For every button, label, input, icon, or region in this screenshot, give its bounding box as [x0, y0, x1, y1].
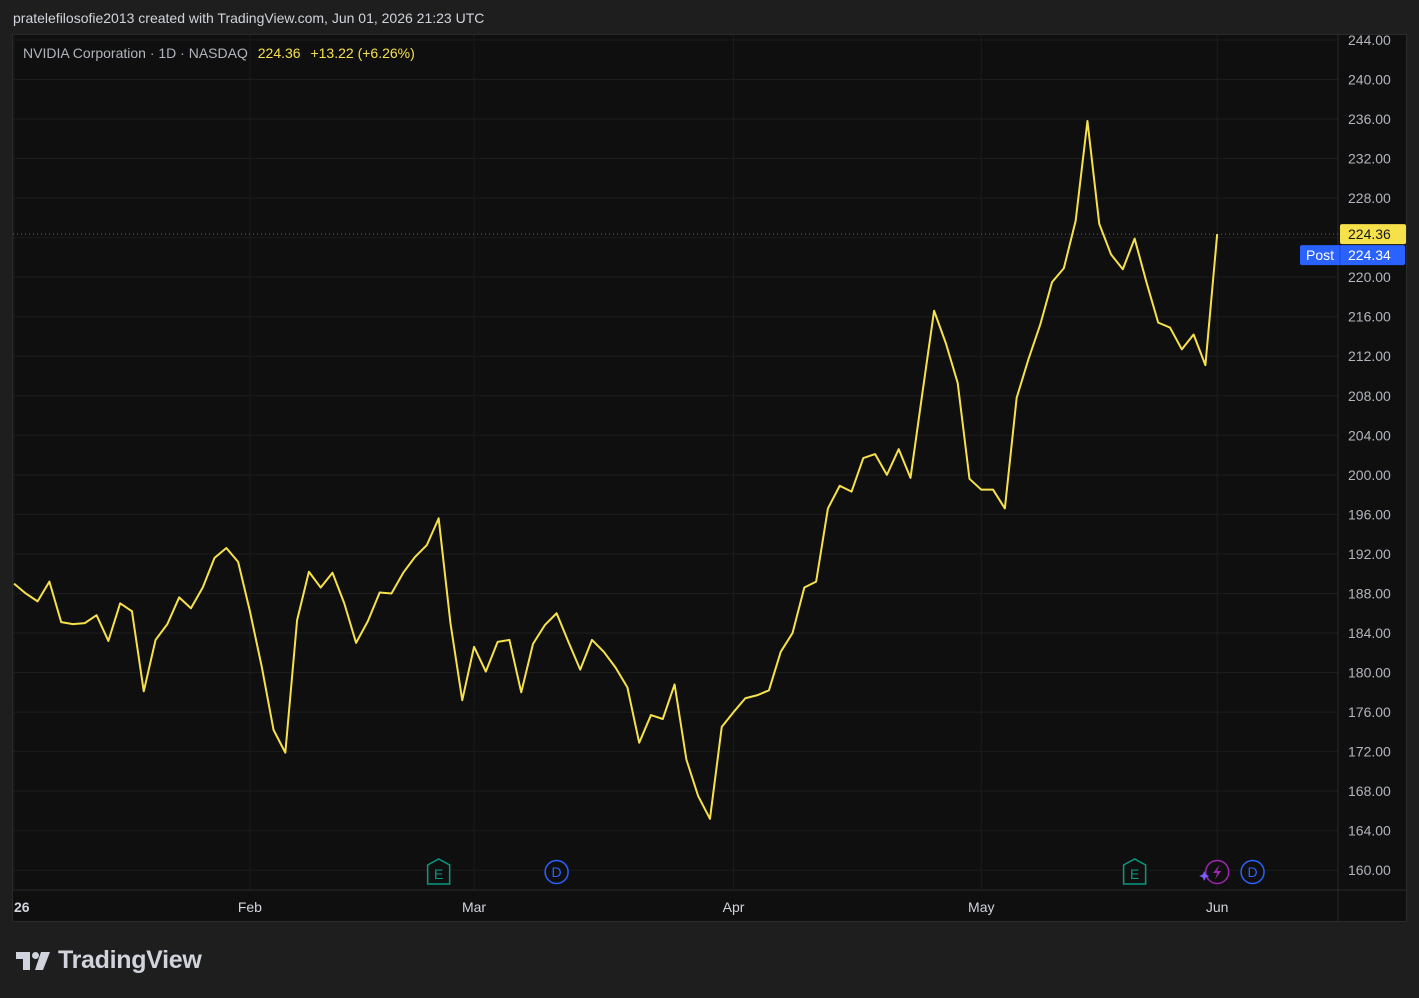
y-tick-label: 204.00 — [1348, 427, 1391, 443]
y-tick-label: 196.00 — [1348, 506, 1391, 522]
tradingview-logo[interactable]: TradingView — [16, 946, 202, 975]
post-market-price: 224.34 — [1348, 247, 1391, 263]
y-tick-label: 192.00 — [1348, 546, 1391, 562]
y-tick-label: 240.00 — [1348, 71, 1391, 87]
y-tick-label: 184.00 — [1348, 625, 1391, 641]
y-tick-label: 212.00 — [1348, 348, 1391, 364]
event-markers: EDED — [426, 858, 1265, 885]
dividend-icon[interactable]: D — [544, 859, 569, 885]
dividend-icon-letter: D — [1248, 864, 1258, 880]
x-tick-label: Mar — [462, 899, 486, 915]
y-tick-label: 232.00 — [1348, 151, 1391, 167]
legend-change: +13.22 (+6.26%) — [310, 45, 415, 61]
y-tick-label: 180.00 — [1348, 665, 1391, 681]
symbol-legend: NVIDIA Corporation · 1D · NASDAQ 224.36 … — [23, 45, 415, 61]
y-tick-label: 160.00 — [1348, 862, 1391, 878]
x-tick-label: May — [968, 899, 994, 915]
y-tick-label: 188.00 — [1348, 585, 1391, 601]
y-tick-label: 236.00 — [1348, 111, 1391, 127]
symbol-label: NVIDIA Corporation · 1D · NASDAQ — [23, 45, 248, 61]
dividend-icon-letter: D — [552, 864, 562, 880]
price-series-line — [13, 119, 1219, 820]
y-tick-label: 164.00 — [1348, 823, 1391, 839]
tradingview-logo-icon — [16, 951, 50, 970]
post-market-tag: Post — [1306, 247, 1334, 263]
legend-price: 224.36 — [257, 45, 301, 61]
chart-attribution: pratelefilosofie2013 created with Tradin… — [13, 10, 485, 26]
x-axis: 26 Feb Mar Apr May Jun — [14, 899, 1228, 915]
y-tick-label: 172.00 — [1348, 744, 1391, 760]
x-tick-label: 26 — [14, 899, 30, 915]
y-tick-label: 216.00 — [1348, 309, 1391, 325]
y-tick-label: 176.00 — [1348, 704, 1391, 720]
y-axis: 244.00240.00236.00232.00228.00224.00220.… — [1348, 35, 1391, 878]
y-tick-label: 168.00 — [1348, 783, 1391, 799]
last-price-label: 224.36 — [1348, 226, 1391, 242]
y-tick-label: 208.00 — [1348, 388, 1391, 404]
x-tick-label: Apr — [723, 899, 745, 915]
y-tick-label: 228.00 — [1348, 190, 1391, 206]
x-tick-label: Feb — [238, 899, 262, 915]
earnings-icon-letter: E — [1130, 866, 1139, 882]
x-tick-label: Jun — [1206, 899, 1229, 915]
tradingview-logo-text: TradingView — [58, 946, 202, 974]
earnings-icon[interactable]: E — [1122, 858, 1147, 885]
grid-lines — [13, 35, 1338, 890]
earnings-icon[interactable]: E — [426, 858, 451, 885]
price-chart[interactable]: 244.00240.00236.00232.00228.00224.00220.… — [13, 35, 1407, 922]
y-tick-label: 200.00 — [1348, 467, 1391, 483]
split-icon[interactable] — [1199, 859, 1230, 885]
y-tick-label: 244.00 — [1348, 35, 1391, 48]
earnings-icon-letter: E — [434, 866, 443, 882]
chart-pane[interactable]: 244.00240.00236.00232.00228.00224.00220.… — [12, 34, 1407, 922]
dividend-icon[interactable]: D — [1240, 859, 1265, 885]
y-tick-label: 220.00 — [1348, 269, 1391, 285]
